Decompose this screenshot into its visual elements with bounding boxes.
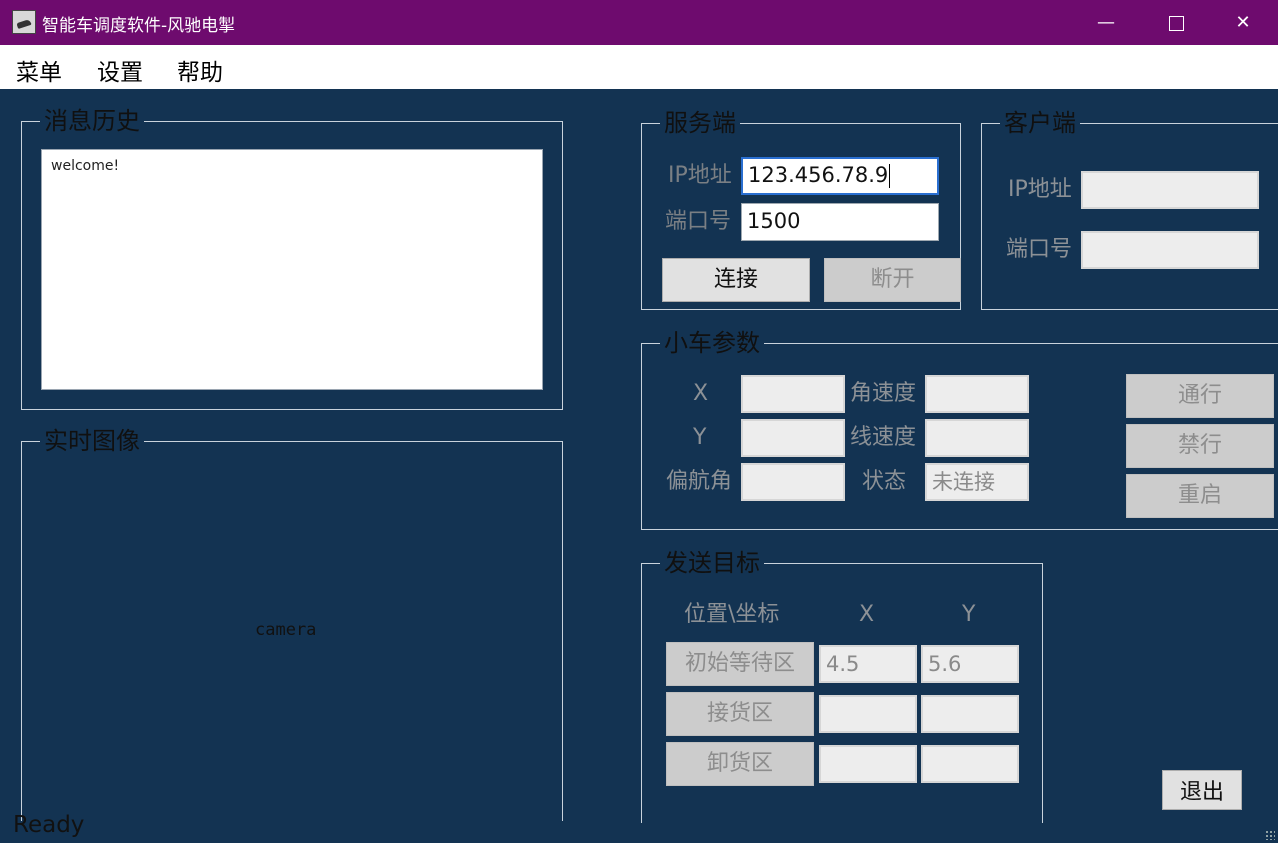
client-port-label: 端口号 [1006,237,1073,262]
menu-item-settings[interactable]: 设置 [97,53,143,87]
car-y-label: Y [693,425,707,450]
angular-speed-label: 角速度 [850,381,917,406]
server-port-input[interactable]: 1500 [741,203,939,241]
server-port-label: 端口号 [665,209,732,234]
target-row-button-initial-wait[interactable]: 初始等待区 [666,642,814,686]
target-row-y-input[interactable] [921,745,1019,783]
resize-grip-icon[interactable] [1265,830,1275,840]
server-title: 服务端 [660,108,740,138]
client-group: 客户端 [981,108,1278,310]
restart-button[interactable]: 重启 [1126,474,1274,518]
close-button[interactable]: ✕ [1208,0,1278,45]
linear-speed-label: 线速度 [850,425,917,450]
text-caret [889,164,891,188]
status-text: Ready [13,812,85,838]
car-y-input[interactable] [741,419,845,457]
target-row-button-unload[interactable]: 卸货区 [666,742,814,786]
menu-bar: 菜单 设置 帮助 [0,45,1278,89]
window-title: 智能车调度软件-风驰电掣 [42,16,236,36]
state-label: 状态 [862,469,907,494]
client-ip-input[interactable] [1081,171,1259,209]
server-ip-input[interactable]: 123.456.78.9 [741,157,939,195]
message-history-title: 消息历史 [40,106,144,136]
pass-button[interactable]: 通行 [1126,374,1274,418]
col-position-header: 位置\坐标 [684,602,780,627]
target-row-button-pickup[interactable]: 接货区 [666,692,814,736]
car-yaw-input[interactable] [741,463,845,501]
server-ip-value: 123.456.78.9 [748,163,889,187]
app-car-icon [12,10,36,34]
exit-button[interactable]: 退出 [1162,770,1242,810]
linear-speed-input[interactable] [925,419,1029,457]
car-yaw-label: 偏航角 [666,469,733,494]
col-y-header: Y [962,602,976,627]
close-icon: ✕ [1235,12,1251,33]
message-history-textbox[interactable]: welcome! [41,149,543,390]
target-row-x-input[interactable]: 4.5 [819,645,917,683]
menu-item-menu[interactable]: 菜单 [16,53,62,87]
angular-speed-input[interactable] [925,375,1029,413]
camera-title: 实时图像 [40,426,144,456]
maximize-button[interactable] [1141,0,1211,45]
target-row-y-input[interactable] [921,695,1019,733]
disconnect-button[interactable]: 断开 [824,258,961,302]
maximize-icon [1168,15,1184,31]
stop-button[interactable]: 禁行 [1126,424,1274,468]
camera-placeholder: camera [255,620,317,640]
car-x-label: X [693,381,709,406]
target-row-x-input[interactable] [819,695,917,733]
menu-item-help[interactable]: 帮助 [177,53,223,87]
minimize-icon: — [1097,12,1115,33]
car-params-title: 小车参数 [660,328,764,358]
minimize-button[interactable]: — [1071,0,1141,45]
server-ip-label: IP地址 [668,163,732,188]
car-x-input[interactable] [741,375,845,413]
connect-button[interactable]: 连接 [662,258,810,302]
col-x-header: X [859,602,875,627]
title-bar: 智能车调度软件-风驰电掣 — ✕ [0,0,1278,45]
client-title: 客户端 [1000,108,1080,138]
send-target-title: 发送目标 [660,548,764,578]
target-row-x-input[interactable] [819,745,917,783]
state-input[interactable]: 未连接 [925,463,1029,501]
target-row-y-input[interactable]: 5.6 [921,645,1019,683]
client-ip-label: IP地址 [1008,177,1072,202]
client-port-input[interactable] [1081,231,1259,269]
